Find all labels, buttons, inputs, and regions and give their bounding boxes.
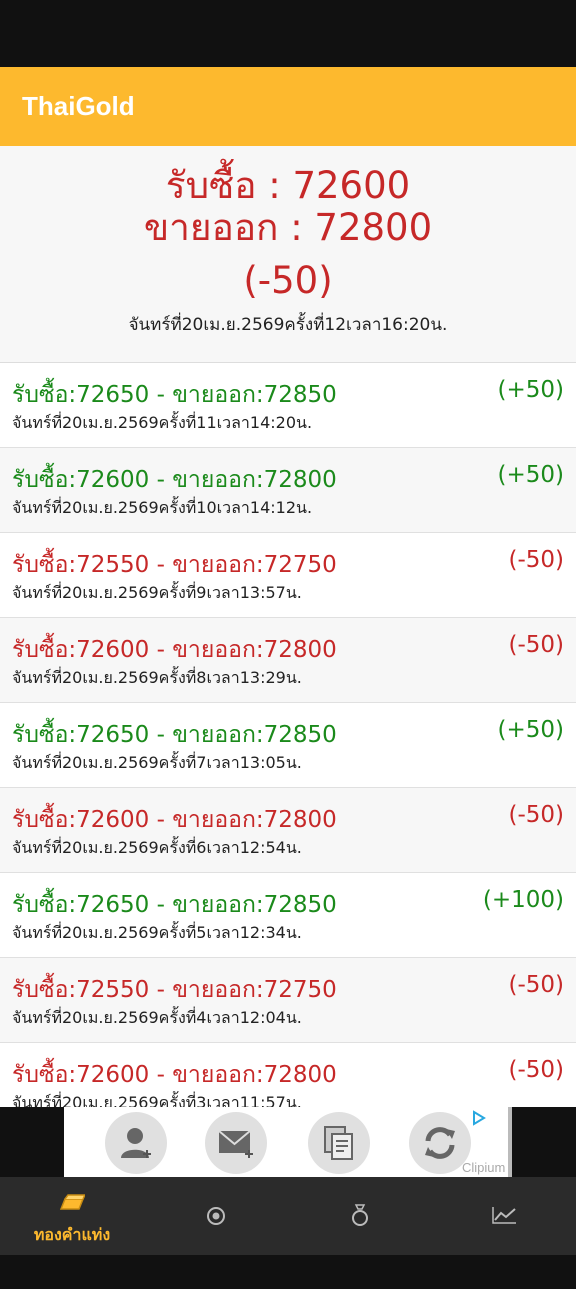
history-row: รับซื้อ:72600 - ขายออก:72800 (-50) จันทร… [0,1043,576,1107]
history-change: (-50) [508,632,564,658]
history-change: (+50) [497,377,564,403]
chart-line-icon [492,1207,516,1224]
history-time: จันทร์ที่20เม.ย.2569ครั้งที่7เวลา13:05น. [12,753,302,772]
history-time: จันทร์ที่20เม.ย.2569ครั้งที่9เวลา13:57น. [12,583,302,602]
history-prices: รับซื้อ:72650 - ขายออก:72850 [12,722,337,748]
status-bar [0,0,576,67]
history-time: จันทร์ที่20เม.ย.2569ครั้งที่3เวลา11:57น. [12,1093,302,1107]
history-prices: รับซื้อ:72600 - ขายออก:72800 [12,807,337,833]
latest-sell-price: ขายออก : 72800 [143,206,433,249]
history-change: (+100) [482,887,564,913]
history-prices: รับซื้อ:72550 - ขายออก:72750 [12,552,337,578]
history-change: (-50) [508,802,564,828]
history-prices: รับซื้อ:72650 - ขายออก:72850 [12,382,337,408]
history-row: รับซื้อ:72600 - ขายออก:72800 (-50) จันทร… [0,788,576,873]
latest-buy-price: รับซื้อ : 72600 [165,164,411,207]
add-contact-icon[interactable] [105,1112,167,1174]
history-row: รับซื้อ:72650 - ขายออก:72850 (+100) จันท… [0,873,576,958]
history-prices: รับซื้อ:72600 - ขายออก:72800 [12,467,337,493]
history-change: (+50) [497,717,564,743]
copy-document-icon[interactable] [308,1112,370,1174]
nav-tab-target[interactable] [144,1177,288,1255]
ad-banner[interactable]: Clipium [0,1107,576,1177]
nav-label-gold-bar: ทองคำแท่ง [33,1225,111,1244]
system-navigation-bar [0,1255,576,1289]
app-bar: ThaiGold [0,67,576,146]
ad-brand: Clipium [462,1160,506,1175]
bottom-nav: ทองคำแท่ง [0,1177,576,1255]
nav-tab-ring[interactable] [288,1177,432,1255]
history-change: (-50) [508,547,564,573]
history-time: จันทร์ที่20เม.ย.2569ครั้งที่8เวลา13:29น. [12,668,302,687]
history-row: รับซื้อ:72600 - ขายออก:72800 (+50) จันทร… [0,448,576,533]
history-prices: รับซื้อ:72650 - ขายออก:72850 [12,892,337,918]
latest-price-card: รับซื้อ : 72600 ขายออก : 72800 (-50) จัน… [0,146,576,363]
history-change: (-50) [508,1057,564,1083]
ad-divider [508,1107,512,1177]
nav-tab-gold-bar[interactable]: ทองคำแท่ง [0,1177,144,1255]
history-row: รับซื้อ:72550 - ขายออก:72750 (-50) จันทร… [0,533,576,618]
history-row: รับซื้อ:72600 - ขายออก:72800 (-50) จันทร… [0,618,576,703]
history-row: รับซื้อ:72650 - ขายออก:72850 (+50) จันทร… [0,703,576,788]
history-time: จันทร์ที่20เม.ย.2569ครั้งที่6เวลา12:54น. [12,838,302,857]
app-title: ThaiGold [22,91,135,121]
gold-bar-icon [59,1194,85,1210]
history-change: (+50) [497,462,564,488]
ad-content[interactable]: Clipium [64,1107,512,1177]
latest-price-change: (-50) [243,259,333,302]
ring-icon [352,1204,368,1226]
history-time: จันทร์ที่20เม.ย.2569ครั้งที่10เวลา14:12น… [12,498,313,517]
history-prices: รับซื้อ:72550 - ขายออก:72750 [12,977,337,1003]
history-time: จันทร์ที่20เม.ย.2569ครั้งที่4เวลา12:04น. [12,1008,302,1027]
history-row: รับซื้อ:72550 - ขายออก:72750 (-50) จันทร… [0,958,576,1043]
history-row: รับซื้อ:72650 - ขายออก:72850 (+50) จันทร… [0,363,576,448]
history-prices: รับซื้อ:72600 - ขายออก:72800 [12,637,337,663]
add-mail-icon[interactable] [205,1112,267,1174]
history-change: (-50) [508,972,564,998]
history-time: จันทร์ที่20เม.ย.2569ครั้งที่5เวลา12:34น. [12,923,302,942]
latest-update-time: จันทร์ที่20เม.ย.2569ครั้งที่12เวลา16:20น… [128,315,448,335]
ad-choices-icon[interactable] [471,1110,487,1130]
history-prices: รับซื้อ:72600 - ขายออก:72800 [12,1062,337,1088]
history-time: จันทร์ที่20เม.ย.2569ครั้งที่11เวลา14:20น… [12,413,313,432]
price-list[interactable]: รับซื้อ : 72600 ขายออก : 72800 (-50) จัน… [0,146,576,1107]
target-circle-icon [207,1207,225,1225]
nav-tab-chart[interactable] [432,1177,576,1255]
